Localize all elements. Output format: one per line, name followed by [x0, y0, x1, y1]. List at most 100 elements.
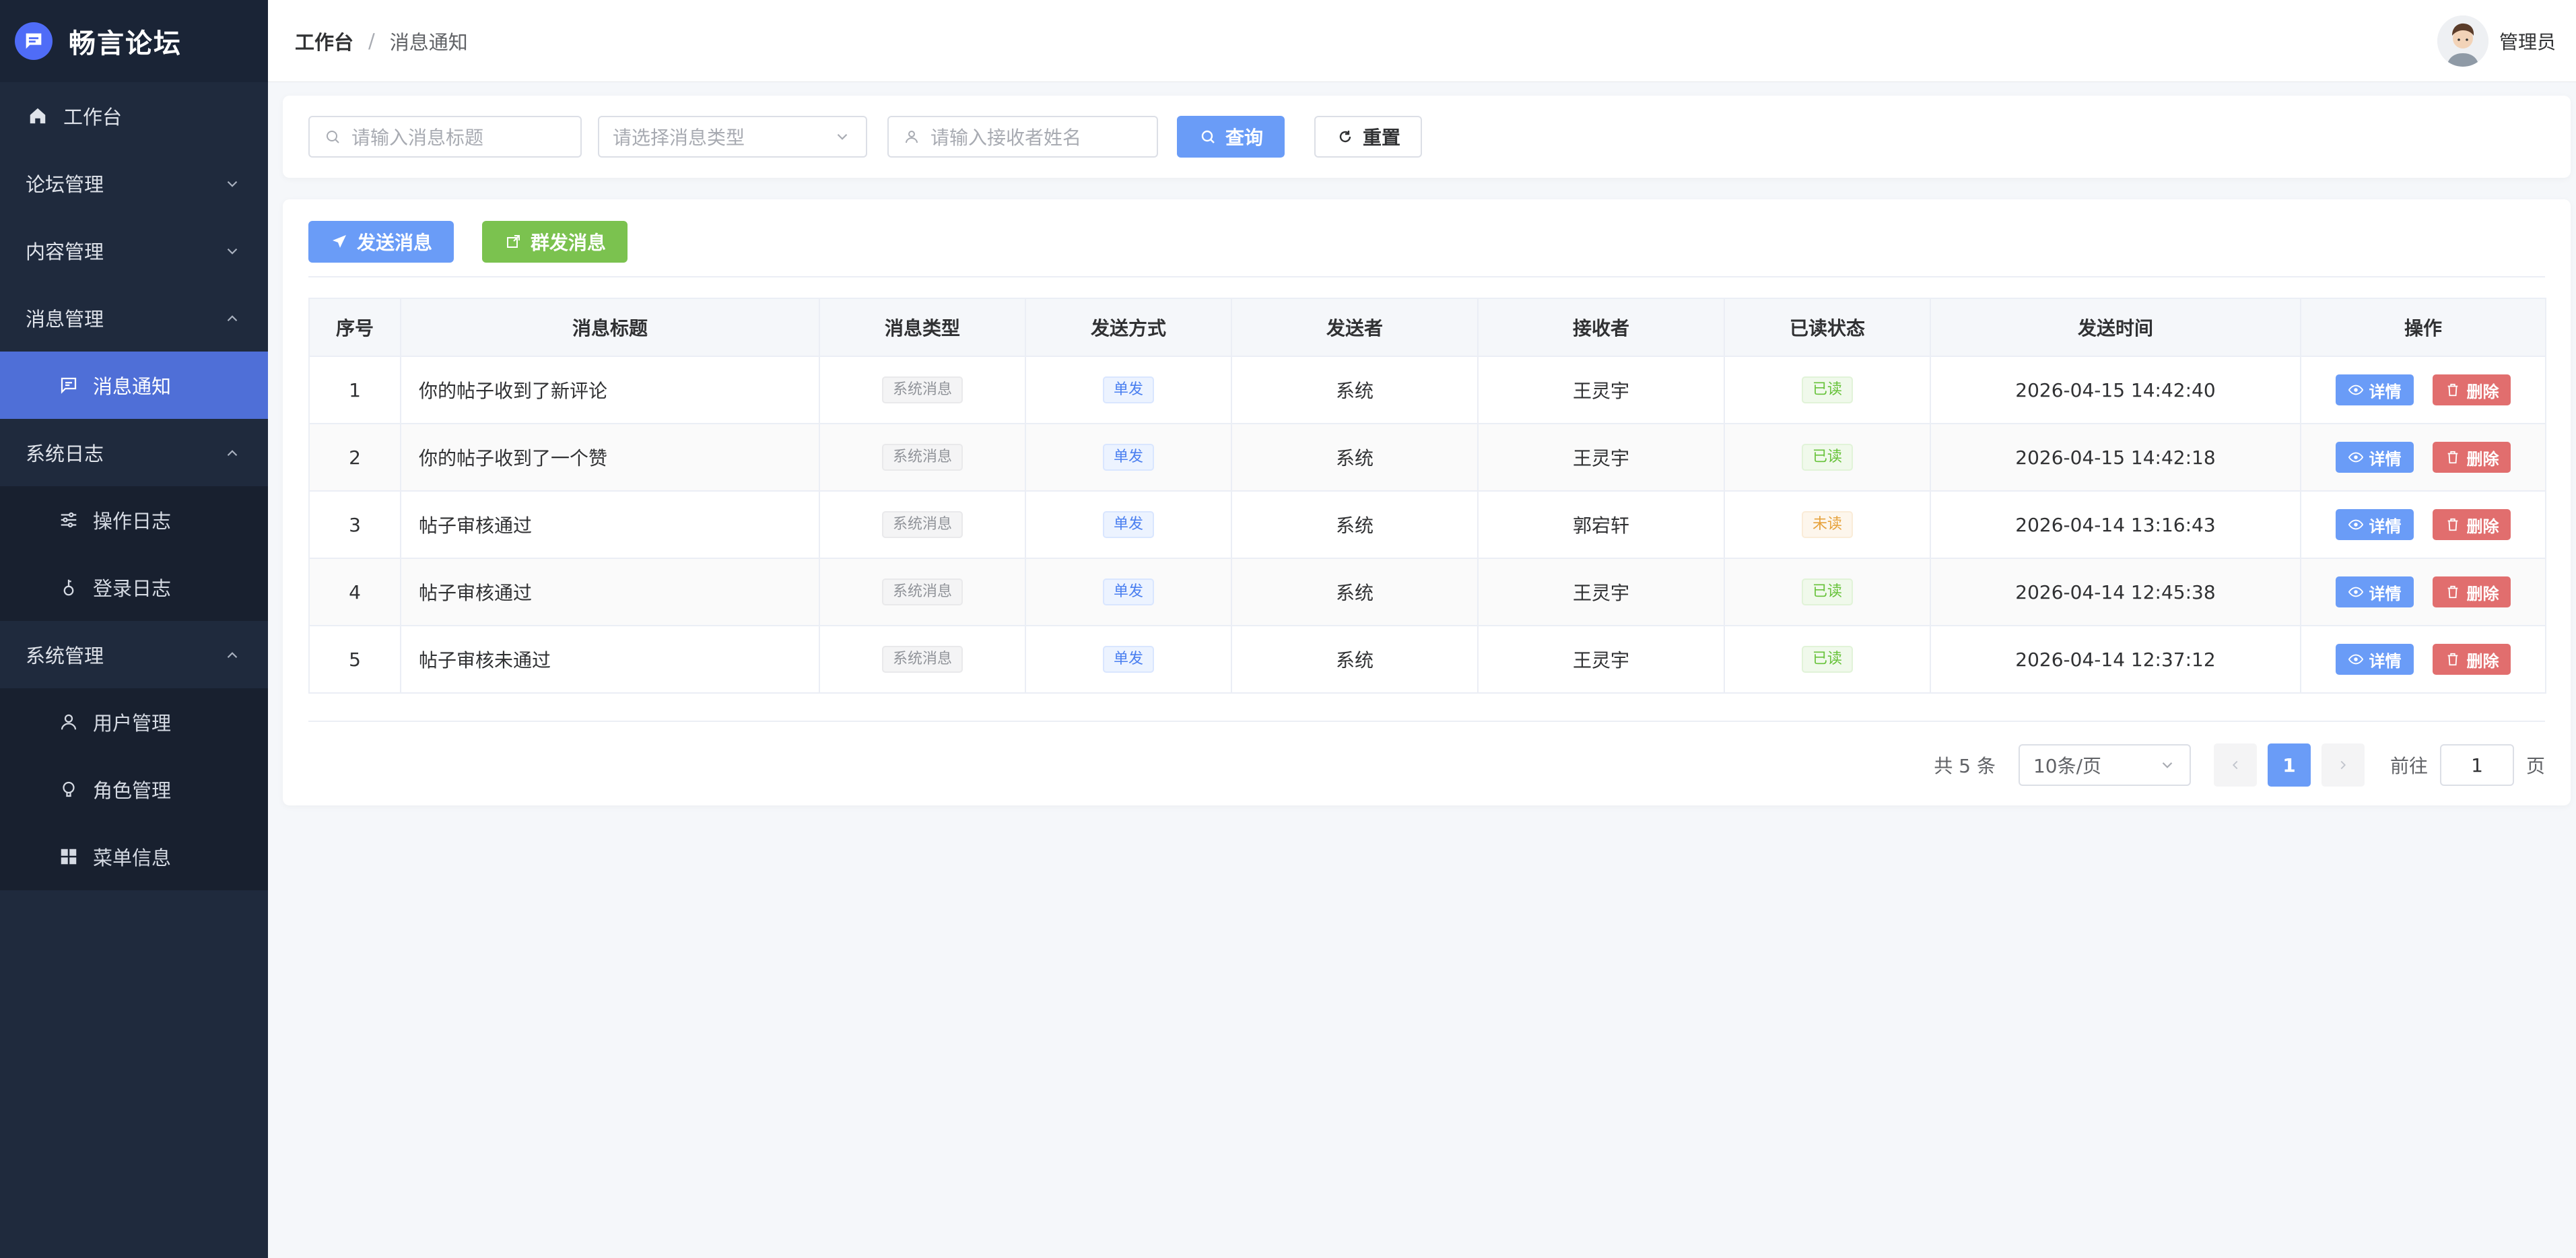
type-tag: 系统消息 — [881, 511, 963, 538]
cell-time: 2026-04-14 13:16:43 — [1930, 490, 2301, 559]
cell-actions: 详情 删除 — [2300, 423, 2546, 492]
sidebar-item-operation-log[interactable]: 操作日志 — [0, 486, 268, 554]
search-panel: 请输入消息标题 请选择消息类型 请输入接收者姓名 查询 重置 — [283, 96, 2571, 178]
cell-sender: 系统 — [1231, 490, 1479, 559]
cell-no: 3 — [308, 490, 401, 559]
sidebar-item-label: 系统日志 — [26, 442, 104, 465]
user-menu[interactable]: 管理员 — [2437, 0, 2556, 82]
search-icon — [1198, 127, 1217, 146]
cell-receiver: 郭宕轩 — [1477, 490, 1725, 559]
cell-time: 2026-04-14 12:45:38 — [1930, 558, 2301, 626]
cell-no: 5 — [308, 625, 401, 694]
page-number-button[interactable]: 1 — [2267, 743, 2311, 787]
type-tag: 系统消息 — [881, 444, 963, 471]
sidebar-item-menu-info[interactable]: 菜单信息 — [0, 823, 268, 890]
sidebar-item-label: 登录日志 — [93, 577, 172, 600]
sidebar-item-label: 消息通知 — [93, 375, 172, 398]
detail-label: 详情 — [2369, 382, 2402, 401]
page-size-value: 10条/页 — [2033, 755, 2102, 777]
cell-title: 帖子审核未通过 — [400, 625, 820, 694]
cell-status: 已读 — [1724, 356, 1931, 424]
cell-sender: 系统 — [1231, 558, 1479, 626]
title-search-input[interactable]: 请输入消息标题 — [308, 116, 582, 158]
pagination: 共 5 条 10条/页 1 前往 1 页 — [1934, 743, 2545, 787]
detail-label: 详情 — [2369, 584, 2402, 603]
sidebar-item-message-notice[interactable]: 消息通知 — [0, 352, 268, 419]
method-tag: 单发 — [1102, 511, 1154, 538]
broadcast-message-label: 群发消息 — [530, 232, 606, 254]
sidebar-item-role-management[interactable]: 角色管理 — [0, 756, 268, 823]
app-logo[interactable]: 畅言论坛 — [0, 0, 268, 82]
sidebar-item-user-management[interactable]: 用户管理 — [0, 688, 268, 756]
delete-button[interactable]: 删除 — [2433, 442, 2511, 473]
reset-button[interactable]: 重置 — [1314, 116, 1422, 158]
sidebar-menu: 工作台 论坛管理 内容管理 消息管理 消息通知 系统日志 操作日志 登录日志 系… — [0, 82, 268, 890]
delete-button[interactable]: 删除 — [2433, 374, 2511, 405]
column-header: 发送方式 — [1025, 298, 1232, 357]
message-type-select[interactable]: 请选择消息类型 — [598, 116, 867, 158]
receiver-search-input[interactable]: 请输入接收者姓名 — [887, 116, 1158, 158]
next-page-button[interactable] — [2321, 743, 2365, 787]
message-table: 序号 消息标题 消息类型 发送方式 发送者 接收者 已读状态 发送时间 操作 1… — [308, 298, 2546, 694]
column-header: 消息类型 — [819, 298, 1026, 357]
column-header: 操作 — [2300, 298, 2546, 357]
delete-label: 删除 — [2466, 382, 2499, 401]
eye-icon — [2348, 651, 2364, 667]
sidebar-item-label: 操作日志 — [93, 510, 172, 533]
sliders-icon — [57, 508, 81, 532]
trash-icon — [2445, 449, 2461, 465]
broadcast-message-button[interactable]: 群发消息 — [482, 221, 628, 263]
sidebar-item-message-management[interactable]: 消息管理 — [0, 284, 268, 352]
detail-button[interactable]: 详情 — [2335, 374, 2414, 405]
detail-button[interactable]: 详情 — [2335, 576, 2414, 607]
receiver-search-placeholder: 请输入接收者姓名 — [930, 127, 1082, 149]
sidebar-item-forum-management[interactable]: 论坛管理 — [0, 150, 268, 217]
home-icon — [26, 104, 50, 128]
detail-button[interactable]: 详情 — [2335, 442, 2414, 473]
sidebar-item-content-management[interactable]: 内容管理 — [0, 217, 268, 284]
table-header-row: 序号 消息标题 消息类型 发送方式 发送者 接收者 已读状态 发送时间 操作 — [308, 298, 2546, 357]
table-row: 3 帖子审核通过 系统消息 单发 系统 郭宕轩 未读 2026-04-14 13… — [308, 490, 2546, 559]
column-header: 已读状态 — [1724, 298, 1931, 357]
app-name: 畅言论坛 — [69, 28, 182, 59]
sidebar-item-login-log[interactable]: 登录日志 — [0, 554, 268, 621]
eye-icon — [2348, 517, 2364, 533]
sidebar-item-system-management[interactable]: 系统管理 — [0, 621, 268, 688]
cell-no: 2 — [308, 423, 401, 492]
trash-icon — [2445, 584, 2461, 600]
query-button[interactable]: 查询 — [1177, 116, 1285, 158]
type-select-placeholder: 请选择消息类型 — [613, 127, 745, 149]
method-tag: 单发 — [1102, 578, 1154, 605]
sidebar-item-workbench[interactable]: 工作台 — [0, 82, 268, 150]
delete-label: 删除 — [2466, 584, 2499, 603]
cell-receiver: 王灵宇 — [1477, 423, 1725, 492]
goto-prefix: 前往 — [2389, 755, 2428, 777]
chevron-right-icon — [2340, 760, 2346, 770]
status-badge: 已读 — [1801, 376, 1853, 403]
grid-icon — [57, 845, 81, 869]
breadcrumb-item-workbench[interactable]: 工作台 — [295, 27, 353, 55]
sidebar-item-system-log[interactable]: 系统日志 — [0, 419, 268, 486]
cell-time: 2026-04-14 12:37:12 — [1930, 625, 2301, 694]
trash-icon — [2445, 651, 2461, 667]
method-tag: 单发 — [1102, 376, 1154, 403]
delete-button[interactable]: 删除 — [2433, 509, 2511, 540]
detail-button[interactable]: 详情 — [2335, 509, 2414, 540]
reset-button-label: 重置 — [1362, 127, 1400, 149]
avatar[interactable] — [2437, 15, 2488, 67]
chevron-left-icon — [2232, 760, 2238, 770]
status-badge: 已读 — [1801, 646, 1853, 673]
delete-button[interactable]: 删除 — [2433, 576, 2511, 607]
delete-label: 删除 — [2466, 449, 2499, 469]
trash-icon — [2445, 517, 2461, 533]
delete-button[interactable]: 删除 — [2433, 644, 2511, 675]
prev-page-button[interactable] — [2213, 743, 2257, 787]
send-message-button[interactable]: 发送消息 — [308, 221, 454, 263]
cell-actions: 详情 删除 — [2300, 558, 2546, 626]
goto-page-input[interactable]: 1 — [2439, 744, 2514, 786]
chevron-up-icon — [224, 646, 241, 663]
page-size-select[interactable]: 10条/页 — [2018, 744, 2191, 786]
column-header: 接收者 — [1477, 298, 1725, 357]
detail-button[interactable]: 详情 — [2335, 644, 2414, 675]
cell-receiver: 王灵宇 — [1477, 356, 1725, 424]
